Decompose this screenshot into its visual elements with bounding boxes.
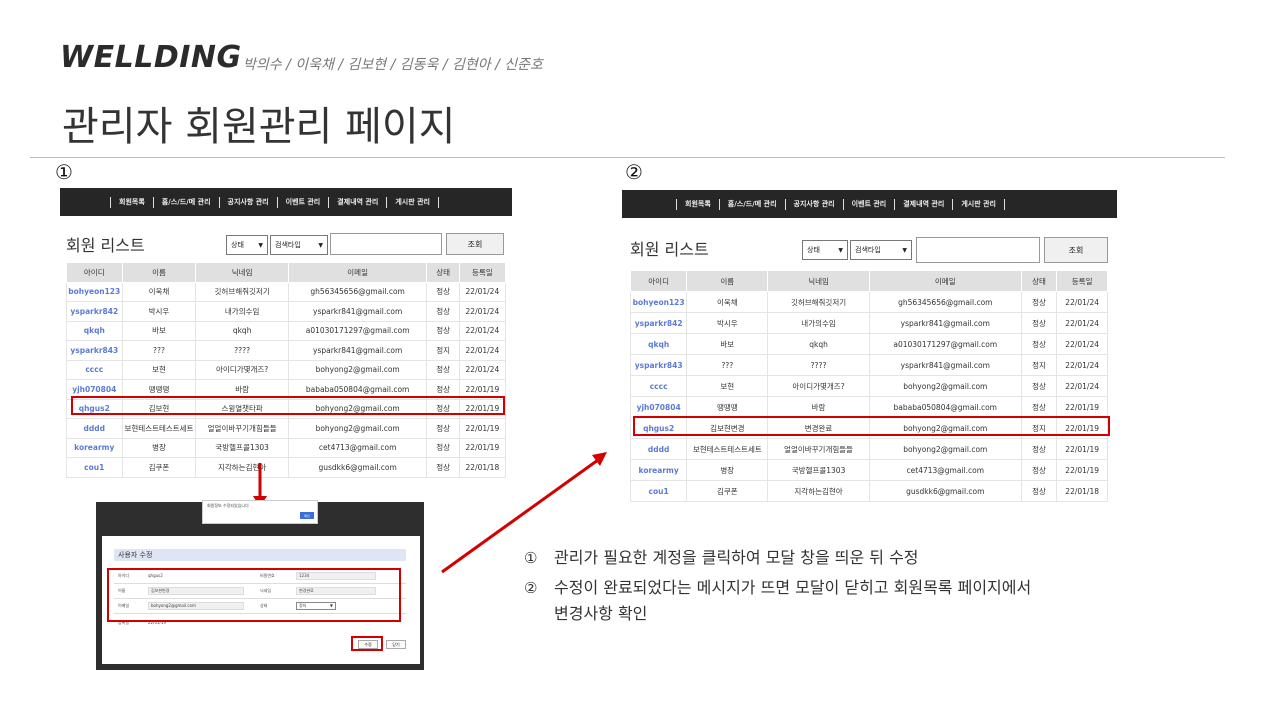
explanation-line-2: ② 수정이 완료되었다는 메시지가 뜨면 모달이 닫히고 회원목록 페이지에서 bbox=[524, 575, 1204, 601]
explanation: ① 관리가 필요한 계정을 클릭하여 모달 창을 띄운 뒤 수정 ② 수정이 완료되… bbox=[524, 545, 1204, 627]
explanation-text-2: 수정이 완료되었다는 메시지가 뜨면 모달이 닫히고 회원목록 페이지에서 bbox=[554, 578, 1032, 597]
modal-title: 사용자 수정 bbox=[114, 549, 406, 561]
explanation-mark-2: ② bbox=[524, 579, 538, 597]
alert-ok-button[interactable]: 확인 bbox=[300, 512, 314, 519]
close-button[interactable]: 닫기 bbox=[386, 640, 406, 649]
explanation-mark-1: ① bbox=[524, 549, 538, 567]
explanation-text-1: 관리가 필요한 계정을 클릭하여 모달 창을 띄운 뒤 수정 bbox=[554, 548, 919, 567]
explanation-line-3: 변경사항 확인 bbox=[554, 604, 648, 623]
explanation-line-1: ① 관리가 필요한 계정을 클릭하여 모달 창을 띄운 뒤 수정 bbox=[524, 545, 1204, 571]
modal-form-highlight bbox=[107, 568, 401, 622]
save-button-highlight bbox=[351, 636, 383, 651]
alert-message: 회원정보 수정되었습니다 bbox=[207, 503, 249, 508]
